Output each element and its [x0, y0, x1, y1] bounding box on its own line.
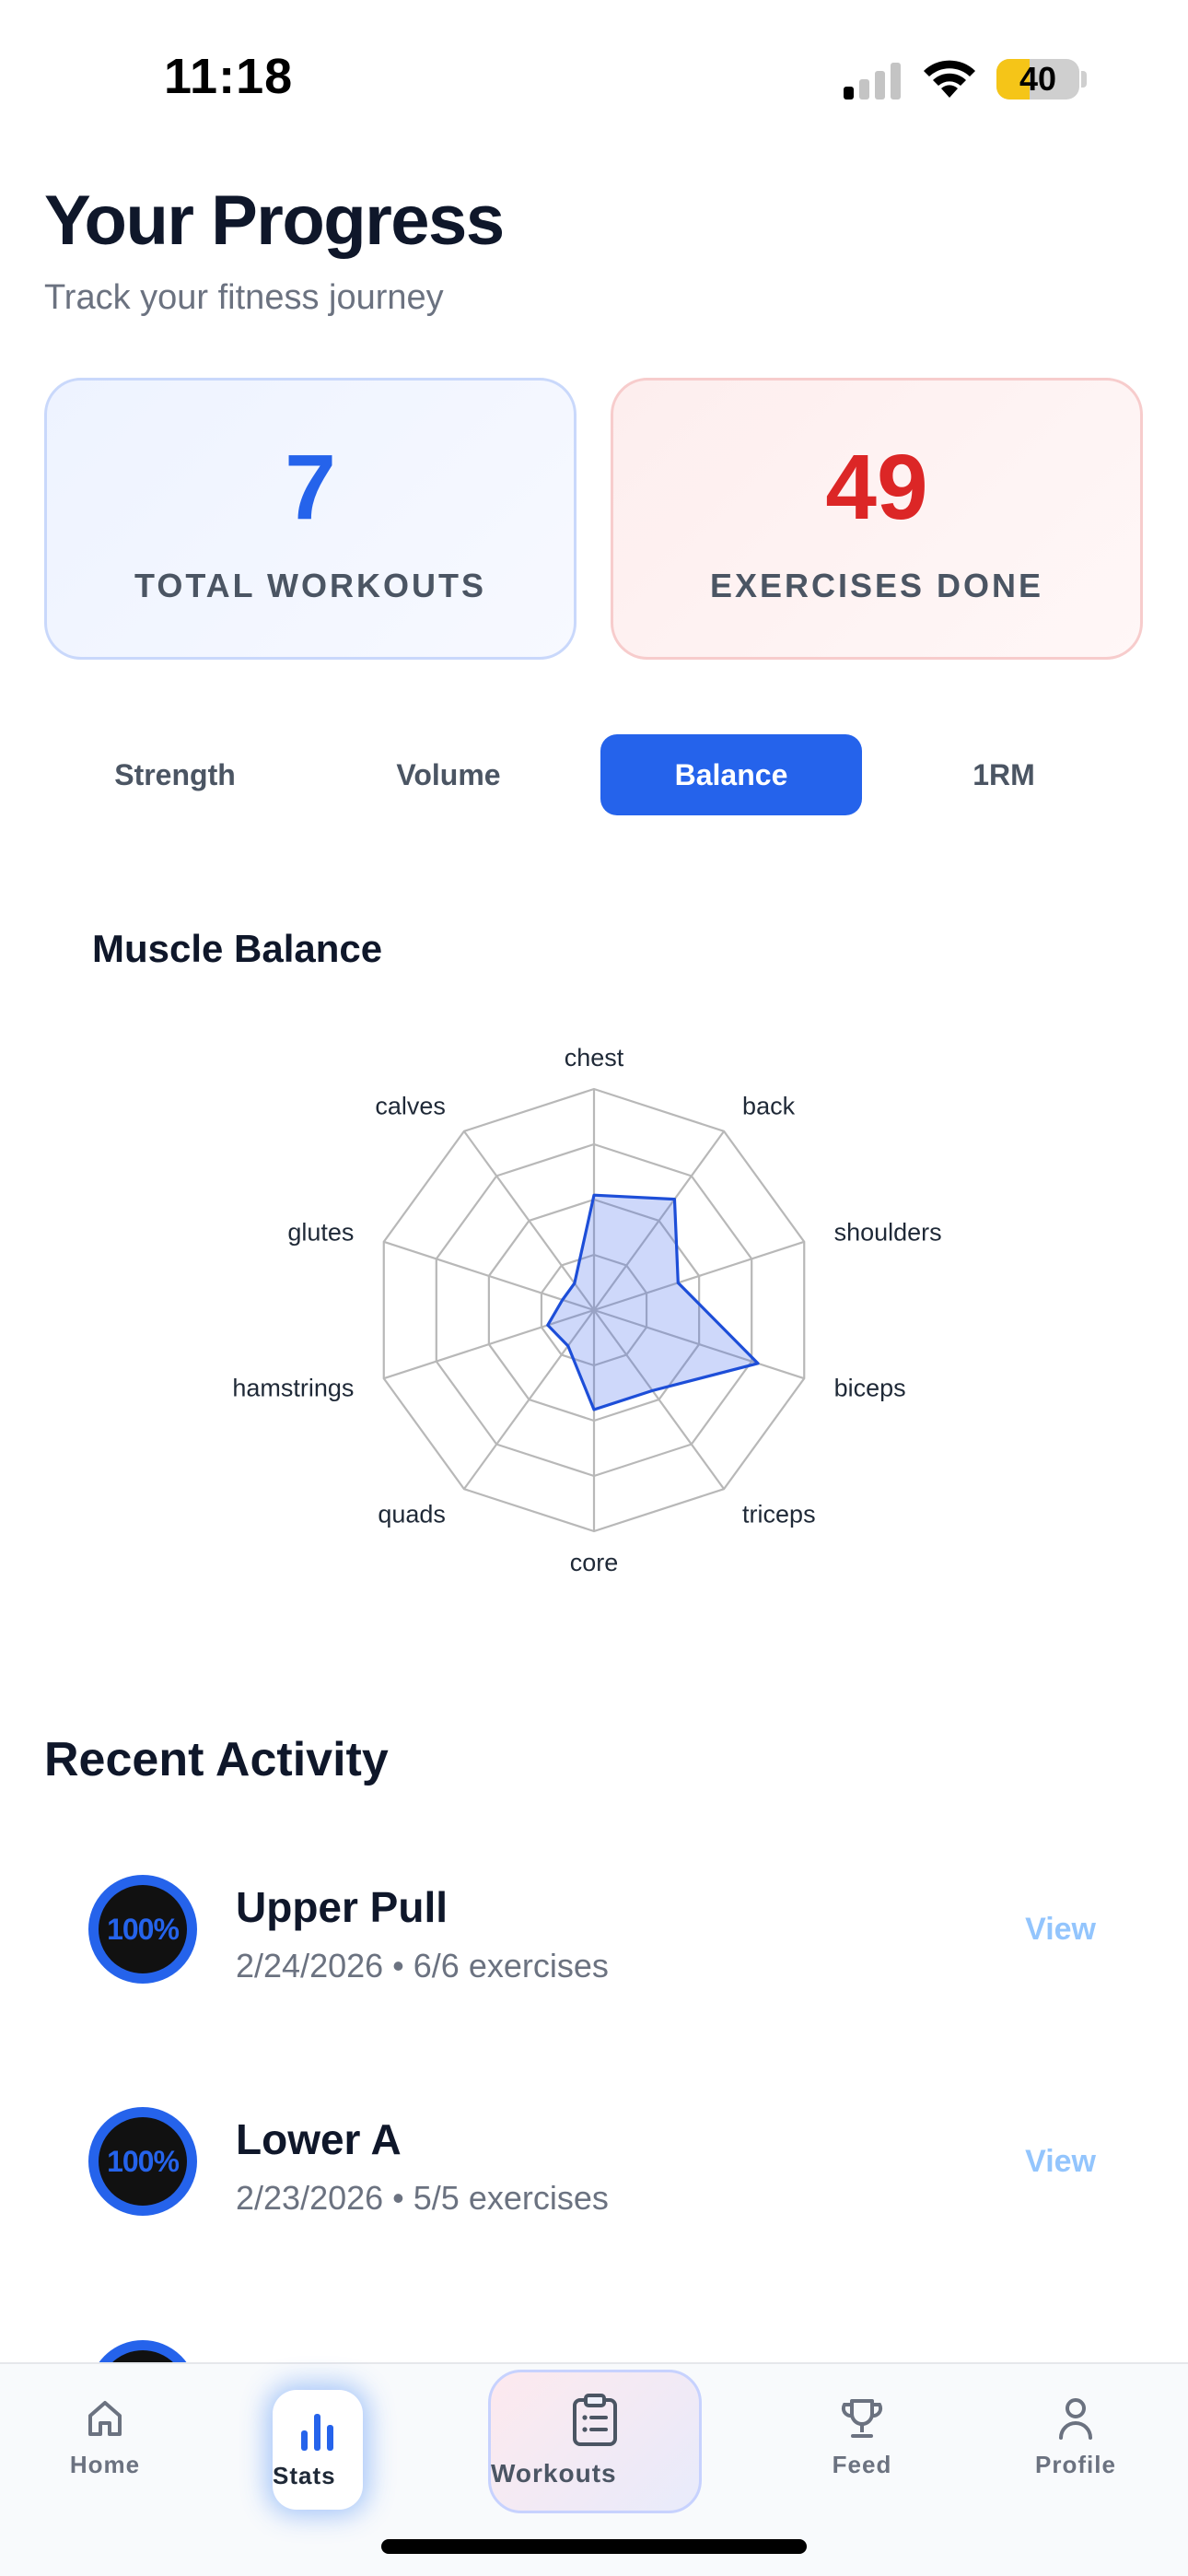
- battery-level: 40: [1019, 60, 1057, 98]
- wifi-icon: [924, 60, 975, 98]
- exercises-done-card: 49 EXERCISES DONE: [611, 378, 1143, 660]
- total-workouts-card: 7 TOTAL WORKOUTS: [44, 378, 577, 660]
- home-indicator: [381, 2539, 807, 2554]
- view-button[interactable]: View: [1025, 2144, 1096, 2180]
- nav-feed-label: Feed: [832, 2451, 892, 2478]
- nav-workouts[interactable]: Workouts: [488, 2370, 702, 2513]
- radar-axis-label-biceps: biceps: [834, 1375, 906, 1402]
- page-title: Your Progress: [44, 181, 505, 260]
- bar-chart-icon: [273, 2410, 363, 2453]
- activity-item-lower-a[interactable]: 100% Lower A 2/23/2026 • 5/5 exercises V…: [0, 2079, 1188, 2264]
- tab-1rm[interactable]: 1RM: [873, 734, 1135, 815]
- progress-ring: 100%: [88, 2107, 197, 2216]
- radar-axis-label-core: core: [570, 1549, 619, 1576]
- exercises-done-value: 49: [825, 436, 928, 539]
- clipboard-icon: [491, 2393, 699, 2448]
- nav-profile-label: Profile: [1035, 2451, 1116, 2478]
- radar-axis-label-hamstrings: hamstrings: [232, 1375, 354, 1402]
- nav-profile[interactable]: Profile: [1020, 2395, 1131, 2479]
- view-button[interactable]: View: [1025, 1912, 1096, 1948]
- user-icon: [1020, 2395, 1131, 2441]
- activity-meta: 2/23/2026 • 5/5 exercises: [236, 2179, 609, 2218]
- recent-activity-title: Recent Activity: [44, 1733, 389, 1786]
- activity-item-upper-pull[interactable]: 100% Upper Pull 2/24/2026 • 6/6 exercise…: [0, 1847, 1188, 2032]
- nav-stats[interactable]: Stats: [273, 2390, 363, 2510]
- activity-detail: 5/5 exercises: [413, 2179, 609, 2217]
- radar-axis-label-quads: quads: [378, 1501, 446, 1528]
- radar-axis-label-glutes: glutes: [287, 1218, 354, 1246]
- activity-name: Lower A: [236, 2115, 402, 2163]
- muscle-balance-radar-chart: chest back shoulders biceps triceps core quads…: [232, 1044, 942, 1576]
- activity-date: 2/23/2026: [236, 2179, 384, 2217]
- total-workouts-label: TOTAL WORKOUTS: [134, 567, 486, 604]
- status-time: 11:18: [164, 49, 294, 104]
- activity-detail: 6/6 exercises: [413, 1947, 609, 1985]
- nav-stats-label: Stats: [273, 2462, 336, 2489]
- activity-date: 2/24/2026: [236, 1947, 384, 1985]
- nav-home-label: Home: [69, 2451, 141, 2478]
- nav-feed[interactable]: Feed: [807, 2395, 917, 2479]
- chart-title: Muscle Balance: [92, 927, 383, 970]
- status-bar: 11:18 40: [0, 0, 1188, 157]
- radar-axis-label-triceps: triceps: [742, 1501, 816, 1528]
- nav-home[interactable]: Home: [50, 2395, 160, 2479]
- battery-cap: [1081, 71, 1087, 88]
- trophy-icon: [807, 2395, 917, 2441]
- radar-axis-label-chest: chest: [565, 1044, 624, 1071]
- nav-workouts-label: Workouts: [491, 2459, 617, 2488]
- bullet-separator: •: [392, 1947, 413, 1985]
- radar-axis-label-shoulders: shoulders: [834, 1218, 942, 1246]
- chart-tabs: Strength Volume Balance 1RM: [44, 734, 1144, 815]
- home-icon: [50, 2395, 160, 2440]
- total-workouts-value: 7: [285, 436, 336, 539]
- cellular-signal-icon: [844, 63, 901, 100]
- battery-icon: 40: [996, 59, 1079, 100]
- page-subtitle: Track your fitness journey: [44, 278, 444, 317]
- tab-balance[interactable]: Balance: [600, 734, 862, 815]
- radar-axis-label-back: back: [742, 1092, 796, 1119]
- exercises-done-label: EXERCISES DONE: [709, 567, 1044, 604]
- bullet-separator: •: [392, 2179, 413, 2217]
- activity-meta: 2/24/2026 • 6/6 exercises: [236, 1947, 609, 1985]
- activity-name: Upper Pull: [236, 1883, 448, 1931]
- radar-series-area: [546, 1193, 760, 1411]
- radar-axis-label-calves: calves: [375, 1092, 446, 1119]
- tab-volume[interactable]: Volume: [318, 734, 579, 815]
- tab-strength[interactable]: Strength: [44, 734, 306, 815]
- progress-ring: 100%: [88, 1875, 197, 1984]
